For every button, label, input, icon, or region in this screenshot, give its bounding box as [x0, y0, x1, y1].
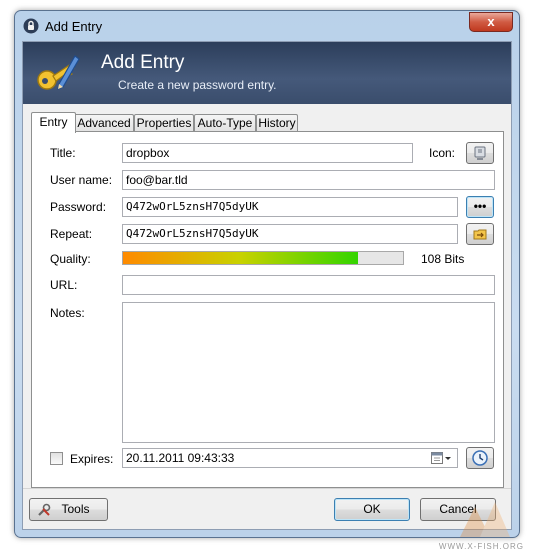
lock-icon	[23, 18, 39, 34]
banner-title: Add Entry	[101, 52, 185, 73]
title-field[interactable]: dropbox	[122, 143, 413, 163]
username-field[interactable]: foo@bar.tld	[122, 170, 495, 190]
quality-bar-fill	[123, 252, 359, 264]
tab-auto-type[interactable]: Auto-Type	[194, 114, 256, 132]
expiry-date-value: 20.11.2011 09:43:33	[126, 451, 235, 465]
tools-label: Tools	[61, 502, 90, 516]
tab-advanced[interactable]: Advanced	[74, 114, 134, 132]
entry-icon	[474, 146, 486, 160]
dialog-client: Add Entry Create a new password entry. E…	[22, 41, 512, 530]
tab-entry[interactable]: Entry	[31, 112, 76, 133]
watermark-logo	[460, 502, 510, 537]
notes-field[interactable]	[122, 302, 495, 443]
repeat-label: Repeat:	[50, 227, 93, 241]
icon-picker-button[interactable]	[466, 142, 494, 164]
entry-panel: Title: dropbox Icon: User name: foo@bar.…	[31, 131, 504, 488]
tab-properties[interactable]: Properties	[134, 114, 194, 132]
footer-divider	[23, 488, 511, 489]
url-label: URL:	[50, 278, 78, 292]
tools-button[interactable]: Tools	[29, 498, 108, 521]
quality-label: Quality:	[50, 252, 91, 266]
watermark-text: WWW.X-FISH.ORG	[438, 542, 524, 551]
dialog-window: Add Entry x Add Entry Create a new passw…	[14, 10, 520, 538]
password-label: Password:	[50, 200, 107, 214]
expiry-presets-button[interactable]	[466, 447, 494, 469]
ok-button[interactable]: OK	[334, 498, 410, 521]
password-field[interactable]: Q472wOrL5znsH7Q5dyUK	[122, 197, 458, 217]
clock-icon	[472, 450, 488, 466]
password-generator-button[interactable]	[466, 223, 494, 245]
close-button[interactable]: x	[469, 12, 513, 32]
tools-icon	[38, 503, 51, 516]
notes-label: Notes:	[50, 306, 85, 320]
key-pen-icon	[37, 55, 80, 90]
quality-bar	[122, 251, 404, 265]
expires-label: Expires:	[70, 452, 114, 466]
icon-label: Icon:	[429, 146, 456, 160]
expires-checkbox[interactable]	[50, 452, 63, 465]
quality-bits: 108 Bits	[421, 252, 465, 266]
banner-subtitle: Create a new password entry.	[118, 78, 277, 92]
url-field[interactable]	[122, 275, 495, 295]
calendar-icon[interactable]	[431, 452, 451, 465]
expiry-date-field[interactable]: 20.11.2011 09:43:33	[122, 448, 458, 468]
banner: Add Entry Create a new password entry.	[23, 42, 511, 104]
show-password-button[interactable]: •••	[466, 196, 494, 218]
generate-password-icon	[473, 229, 487, 240]
repeat-password-field[interactable]: Q472wOrL5znsH7Q5dyUK	[122, 224, 458, 244]
tab-history[interactable]: History	[256, 114, 298, 132]
username-label: User name:	[50, 173, 113, 187]
window-title: Add Entry	[45, 19, 103, 34]
title-label: Title:	[50, 146, 76, 160]
title-bar[interactable]: Add Entry x	[15, 11, 519, 41]
